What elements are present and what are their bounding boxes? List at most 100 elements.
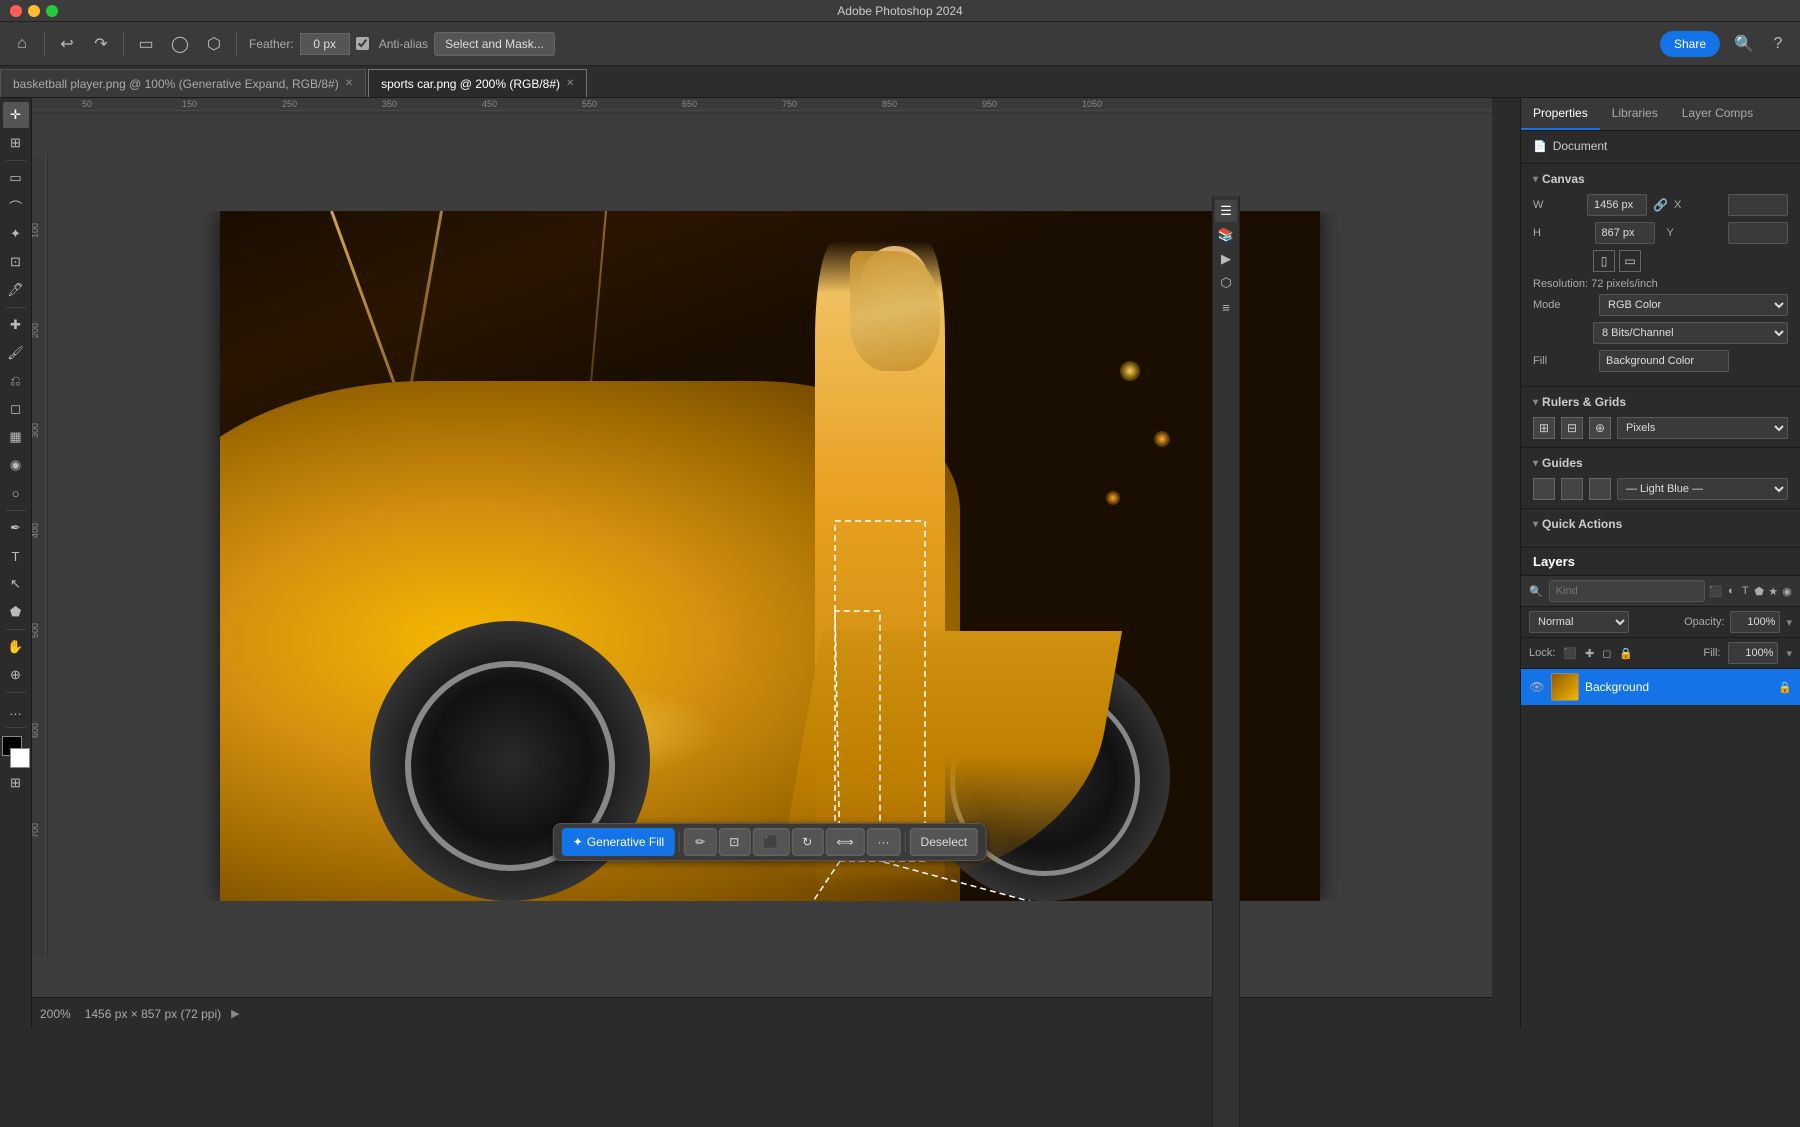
anti-alias-checkbox[interactable] [356, 37, 369, 50]
dodge-tool[interactable]: ○ [3, 480, 29, 506]
eyedropper-tool[interactable]: 🖊 [3, 277, 29, 303]
home-icon[interactable]: ⌂ [8, 30, 36, 58]
transform-mode-button[interactable]: ⊡ [718, 828, 750, 856]
depth-select[interactable]: 8 Bits/Channel 16 Bits/Channel 32 Bits/C… [1593, 322, 1788, 344]
fill-input[interactable] [1599, 350, 1729, 372]
blur-tool[interactable]: ◉ [3, 452, 29, 478]
guide-icon-1[interactable] [1533, 478, 1555, 500]
canvas-container[interactable]: ✦ Generative Fill ✏ ⊡ ⬛ ↻ ⟺ ··· Deselect [48, 211, 1492, 901]
edit-mode-button[interactable]: ✏ [684, 828, 716, 856]
background-color[interactable] [10, 748, 30, 768]
feather-input[interactable] [300, 33, 350, 55]
edit-toolbar-icon[interactable]: ⊞ [3, 770, 29, 796]
traffic-lights[interactable] [10, 5, 58, 17]
hand-tool[interactable]: ✋ [3, 634, 29, 660]
x-input[interactable] [1728, 194, 1788, 216]
navigation-arrow[interactable]: ▶ [231, 1007, 239, 1020]
adjustments-icon[interactable]: ⬡ [1215, 272, 1237, 294]
stamp-tool[interactable]: ⎌ [3, 368, 29, 394]
opacity-input[interactable] [1730, 611, 1780, 633]
help-icon[interactable]: ? [1764, 30, 1792, 58]
quick-actions-header[interactable]: ▾ Quick Actions [1533, 517, 1788, 531]
move-tool[interactable]: ✛ [3, 102, 29, 128]
select-mask-button[interactable]: Select and Mask... [434, 32, 555, 56]
path-selection-tool[interactable]: ↖ [3, 571, 29, 597]
lock-artboard-icon[interactable]: ◻ [1602, 647, 1611, 660]
artboard-tool[interactable]: ⊞ [3, 130, 29, 156]
zoom-tool[interactable]: ⊕ [3, 662, 29, 688]
mask-mode-button[interactable]: ⬛ [752, 828, 789, 856]
units-select[interactable]: Pixels Inches cm [1617, 417, 1788, 439]
landscape-icon[interactable]: ▭ [1619, 250, 1641, 272]
tab-libraries[interactable]: Libraries [1600, 98, 1670, 130]
gradient-tool[interactable]: ▦ [3, 424, 29, 450]
guide-icon-3[interactable] [1589, 478, 1611, 500]
rectangular-marquee-tool[interactable]: ▭ [3, 165, 29, 191]
guide-icon-2[interactable] [1561, 478, 1583, 500]
tab-properties[interactable]: Properties [1521, 98, 1600, 130]
close-button[interactable] [10, 5, 22, 17]
lock-all-icon[interactable]: 🔒 [1619, 647, 1633, 660]
y-input[interactable] [1728, 222, 1788, 244]
libraries-icon[interactable]: 📚 [1215, 224, 1237, 246]
ruler-grid-icon-1[interactable]: ⊞ [1533, 417, 1555, 439]
portrait-icon[interactable]: ▯ [1593, 250, 1615, 272]
ruler-grid-icon-3[interactable]: ⊕ [1589, 417, 1611, 439]
brush-tool[interactable]: 🖌 [3, 340, 29, 366]
shape-tool[interactable]: ⬟ [3, 599, 29, 625]
fill-input[interactable] [1728, 642, 1778, 664]
mode-select[interactable]: RGB Color CMYK Grayscale [1599, 294, 1788, 316]
type-tool[interactable]: T [3, 543, 29, 569]
guide-color-select[interactable]: — Light Blue — [1617, 478, 1788, 500]
search-icon[interactable]: 🔍 [1730, 30, 1758, 58]
tab-sports-car[interactable]: sports car.png @ 200% (RGB/8#) ✕ [368, 69, 587, 97]
width-input[interactable] [1587, 194, 1647, 216]
rotate-button[interactable]: ↻ [791, 828, 823, 856]
tab-sports-car-close[interactable]: ✕ [566, 78, 574, 89]
layer-item-background[interactable]: 👁 Background 🔒 [1521, 669, 1800, 705]
crop-tool[interactable]: ⊡ [3, 249, 29, 275]
learn-icon[interactable]: ▶ [1215, 248, 1237, 270]
opacity-stepper[interactable]: ▾ [1786, 616, 1792, 629]
maximize-button[interactable] [46, 5, 58, 17]
pen-tool[interactable]: ✒ [3, 515, 29, 541]
more-options-button[interactable]: ··· [867, 828, 901, 856]
tab-basketball[interactable]: basketball player.png @ 100% (Generative… [0, 69, 366, 97]
canvas-section-header[interactable]: ▾ Canvas [1533, 172, 1788, 186]
guides-section-header[interactable]: ▾ Guides [1533, 456, 1788, 470]
more-tools[interactable]: … [3, 697, 29, 723]
quick-select-tool[interactable]: ✦ [3, 221, 29, 247]
smart-filter-icon[interactable]: ★ [1768, 582, 1778, 600]
canvas-area[interactable]: 100 200 300 400 500 600 700 [32, 114, 1492, 997]
channels-icon[interactable]: ≡ [1215, 296, 1237, 318]
eraser-tool[interactable]: ◻ [3, 396, 29, 422]
lock-position-icon[interactable]: ✚ [1585, 647, 1594, 660]
generative-fill-button[interactable]: ✦ Generative Fill [562, 828, 675, 856]
minimize-button[interactable] [28, 5, 40, 17]
tab-layer-comps[interactable]: Layer Comps [1670, 98, 1765, 130]
flip-button[interactable]: ⟺ [825, 828, 864, 856]
ellipse-marquee-icon[interactable]: ◯ [166, 30, 194, 58]
layers-search-input[interactable] [1549, 580, 1705, 602]
layer-visibility-icon[interactable]: 👁 [1529, 679, 1545, 695]
properties-icon[interactable]: ☰ [1215, 200, 1237, 222]
history-icon[interactable]: ↷ [87, 30, 115, 58]
ruler-grid-icon-2[interactable]: ⊟ [1561, 417, 1583, 439]
lasso-tool[interactable]: ⌒ [3, 193, 29, 219]
rect-marquee-icon[interactable]: ▭ [132, 30, 160, 58]
fill-stepper[interactable]: ▾ [1786, 647, 1792, 660]
deselect-button[interactable]: Deselect [910, 828, 979, 856]
rulers-section-header[interactable]: ▾ Rulers & Grids [1533, 395, 1788, 409]
healing-tool[interactable]: ✚ [3, 312, 29, 338]
tab-basketball-close[interactable]: ✕ [345, 78, 353, 89]
type-filter-icon[interactable]: T [1740, 582, 1750, 600]
undo-icon[interactable]: ↩ [53, 30, 81, 58]
adjust-filter-icon[interactable]: ◐ [1726, 582, 1736, 600]
canvas-image[interactable] [220, 211, 1320, 901]
height-input[interactable] [1595, 222, 1655, 244]
pixel-filter-icon[interactable]: ⬛ [1709, 582, 1723, 600]
lasso-icon[interactable]: ⬡ [200, 30, 228, 58]
toggle-filter-icon[interactable]: ◉ [1782, 582, 1792, 600]
lock-pixels-icon[interactable]: ⬛ [1563, 647, 1577, 660]
blend-mode-select[interactable]: Normal Multiply Screen Overlay [1529, 611, 1629, 633]
